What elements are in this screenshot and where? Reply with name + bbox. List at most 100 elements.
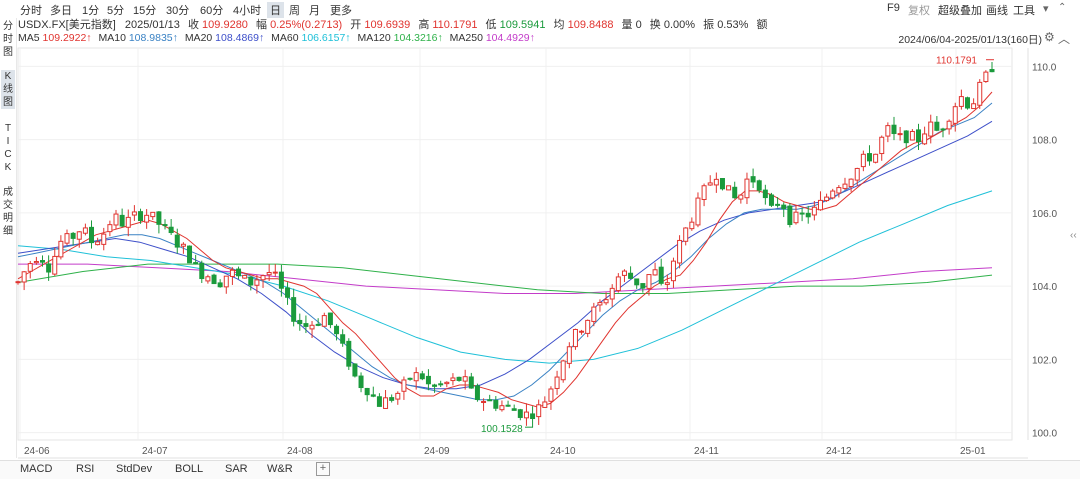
candle-body	[272, 271, 278, 274]
candle-body	[830, 190, 836, 199]
candle-body	[425, 375, 431, 385]
candle-body	[873, 153, 879, 163]
x-tick-label: 24-12	[826, 446, 852, 457]
indicator-sar[interactable]: SAR	[225, 463, 248, 475]
candle-body	[174, 234, 180, 248]
y-tick-label: 110.0	[1032, 62, 1057, 73]
candle-body	[922, 133, 928, 145]
candle-body	[738, 194, 744, 200]
indicator-boll[interactable]: BOLL	[175, 463, 203, 475]
candle-body	[885, 125, 891, 137]
x-tick-label: 24-09	[424, 446, 450, 457]
candle-body	[891, 124, 897, 135]
candle-body	[364, 387, 370, 396]
x-tick-label: 24-10	[550, 446, 576, 457]
candle-body	[285, 287, 291, 298]
indicator-rsi[interactable]: RSI	[76, 463, 94, 475]
candle-body	[958, 96, 964, 107]
candle-body	[952, 106, 958, 124]
candle-body	[64, 233, 70, 244]
candle-body	[750, 176, 756, 183]
candle-body	[977, 81, 983, 106]
indicator-stddev[interactable]: StdDev	[116, 463, 152, 475]
candle-body	[438, 383, 444, 386]
candle-body	[150, 211, 156, 218]
candle-body	[934, 121, 940, 131]
kline-chart[interactable]: 110.0 108.0 106.0 104.0 102.0 100.0 24-06 24-07…	[0, 0, 1080, 460]
candle-body	[756, 180, 762, 191]
candle-body	[450, 377, 456, 382]
candle-body	[254, 279, 260, 286]
candle-body	[879, 136, 885, 155]
candle-body	[82, 227, 88, 234]
candle-body	[211, 274, 217, 285]
candle-body	[670, 260, 676, 282]
candle-body	[315, 323, 321, 326]
candle-body	[358, 375, 364, 389]
candle-body	[456, 376, 462, 381]
candle-body	[352, 363, 358, 377]
candle-body	[236, 268, 242, 277]
candle-body	[732, 186, 738, 199]
candle-body	[805, 212, 811, 218]
candle-body	[707, 182, 713, 186]
candle-body	[909, 130, 915, 141]
candle-body	[334, 325, 340, 335]
x-tick-label: 24-08	[287, 446, 313, 457]
candle-body	[481, 401, 487, 404]
candle-body	[560, 360, 566, 381]
candle-body	[248, 276, 254, 286]
candle-body	[223, 275, 229, 288]
collapse-right-icon[interactable]: ‹‹	[1070, 230, 1080, 248]
candle-body	[474, 385, 480, 400]
candle-body	[297, 319, 303, 325]
ma250-line	[18, 263, 993, 294]
candle-body	[260, 275, 266, 281]
candle-body	[897, 133, 903, 136]
ma20-line	[17, 120, 993, 390]
candle-body	[413, 372, 419, 382]
candle-body	[866, 153, 872, 162]
candle-body	[309, 324, 315, 330]
candle-body	[113, 213, 119, 226]
candle-body	[903, 130, 909, 144]
candle-body	[664, 282, 670, 285]
ma10-line	[17, 102, 993, 401]
candle-body	[131, 211, 137, 216]
candle-body	[303, 323, 309, 327]
candle-body	[964, 97, 970, 109]
candle-body	[76, 231, 82, 240]
candle-body	[591, 306, 597, 322]
candle-body	[487, 399, 493, 402]
candle-body	[383, 397, 389, 409]
candle-body	[217, 282, 223, 288]
candle-body	[713, 178, 719, 186]
indicator-macd[interactable]: MACD	[20, 463, 52, 475]
candle-body	[621, 270, 627, 276]
candle-body	[156, 211, 162, 225]
candle-body	[389, 397, 395, 401]
candle-body	[597, 302, 603, 306]
candle-body	[695, 197, 701, 226]
add-indicator-button[interactable]: +	[316, 462, 330, 476]
y-tick-label: 106.0	[1032, 209, 1057, 220]
plot-frame	[17, 47, 1013, 441]
candle-body	[603, 299, 609, 304]
candle-body	[468, 376, 474, 389]
candle-body	[370, 394, 376, 397]
candle-body	[199, 262, 205, 280]
candle-body	[395, 392, 401, 400]
candle-body	[419, 373, 425, 380]
indicator-wr[interactable]: W&R	[267, 463, 293, 475]
candle-body	[523, 411, 529, 419]
candle-body	[940, 128, 946, 131]
candle-body	[536, 404, 542, 418]
candle-body	[27, 263, 33, 272]
candle-body	[836, 187, 842, 194]
candle-body	[554, 376, 560, 389]
candle-body	[811, 206, 817, 216]
candle-body	[407, 377, 413, 380]
candle-body	[70, 232, 76, 239]
candle-body	[168, 226, 174, 234]
candle-body	[548, 388, 554, 402]
